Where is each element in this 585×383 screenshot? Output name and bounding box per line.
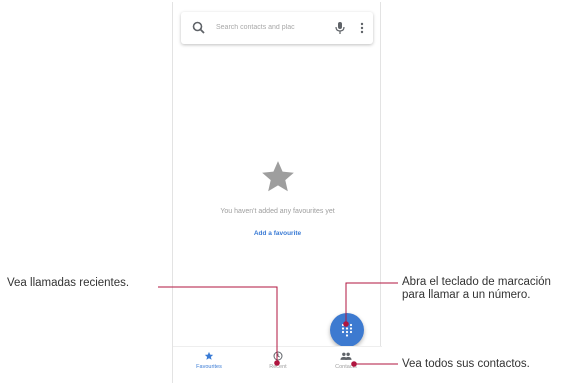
- callout-dialpad: Abra el teclado de marcación para llamar…: [402, 276, 551, 302]
- callout-dialpad-line1: Abra el teclado de marcación: [402, 276, 551, 288]
- callout-dialpad-line2: para llamar a un número.: [402, 289, 531, 301]
- callout-contacts: Vea todos sus contactos.: [402, 358, 530, 370]
- callout-recent: Vea llamadas recientes.: [7, 277, 130, 289]
- callout-leader-lines: [158, 282, 398, 367]
